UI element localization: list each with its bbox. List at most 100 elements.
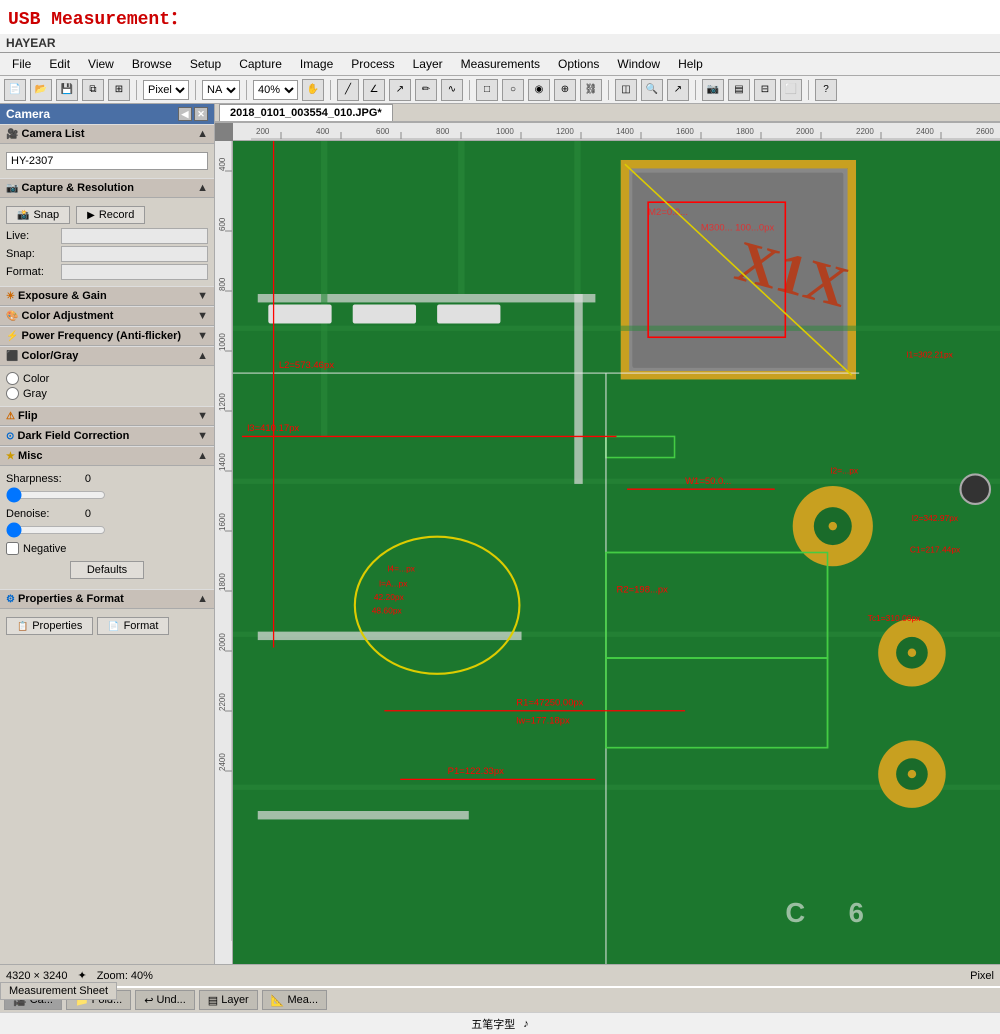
zoom-select[interactable]: 40%	[253, 80, 298, 100]
image-container[interactable]: X1X M2=0.0... M300... 100...0px	[233, 141, 1000, 964]
misc-collapse[interactable]: ▲	[197, 450, 208, 462]
snap-btn[interactable]: 📸 Snap	[6, 206, 70, 224]
menu-file[interactable]: File	[4, 55, 39, 73]
menu-bar[interactable]: File Edit View Browse Setup Capture Imag…	[0, 53, 1000, 76]
snap-field-input[interactable]	[61, 246, 208, 262]
menu-process[interactable]: Process	[343, 55, 402, 73]
svg-text:400: 400	[218, 157, 227, 171]
misc-header[interactable]: ★ Misc ▲	[0, 446, 214, 466]
capture-collapse[interactable]: ▲	[197, 182, 208, 194]
measurement-sheet-tab[interactable]: Measurement Sheet	[0, 982, 117, 1000]
format-btn[interactable]: 📄 Format	[97, 617, 169, 635]
svg-text:1800: 1800	[736, 127, 754, 136]
svg-text:l3=410.17px: l3=410.17px	[247, 423, 299, 434]
svg-text:2400: 2400	[916, 127, 934, 136]
menu-measurements[interactable]: Measurements	[453, 55, 548, 73]
menu-browse[interactable]: Browse	[124, 55, 180, 73]
calib-btn[interactable]: ◫	[615, 79, 637, 101]
zoom-text: Zoom: 40%	[97, 970, 153, 982]
denoise-slider[interactable]	[6, 523, 106, 537]
menu-image[interactable]: Image	[292, 55, 341, 73]
svg-text:1400: 1400	[218, 453, 227, 471]
negative-checkbox[interactable]	[6, 542, 19, 555]
menu-edit[interactable]: Edit	[41, 55, 78, 73]
save-btn[interactable]: 💾	[56, 79, 78, 101]
ellipse-btn[interactable]: ○	[502, 79, 524, 101]
na-select[interactable]: NA	[202, 80, 240, 100]
color-adj-label: Color Adjustment	[22, 310, 114, 322]
color-adj-header[interactable]: 🎨 Color Adjustment ▼	[0, 306, 214, 326]
svg-text:600: 600	[376, 127, 390, 136]
camera-list-collapse[interactable]: ▲	[197, 128, 208, 140]
chain-btn[interactable]: ⛓	[580, 79, 602, 101]
props-format-collapse[interactable]: ▲	[197, 593, 208, 605]
menu-setup[interactable]: Setup	[182, 55, 229, 73]
panel-close-btn[interactable]: ✕	[194, 107, 208, 121]
sharpness-slider[interactable]	[6, 488, 106, 502]
format-input[interactable]	[61, 264, 208, 280]
color-option-label: Color	[23, 373, 49, 385]
circle-btn[interactable]: ◉	[528, 79, 550, 101]
svg-text:1800: 1800	[218, 573, 227, 591]
menu-capture[interactable]: Capture	[231, 55, 290, 73]
taskbar-layer[interactable]: ▤ Layer	[199, 990, 258, 1010]
sep5	[469, 80, 470, 100]
svg-text:P1=122.33px: P1=122.33px	[448, 766, 504, 777]
main-tab[interactable]: 2018_0101_003554_010.JPG*	[219, 104, 393, 121]
svg-text:1200: 1200	[556, 127, 574, 136]
power-freq-header[interactable]: ⚡ Power Frequency (Anti-flicker) ▼	[0, 326, 214, 346]
power-freq-collapse[interactable]: ▼	[197, 330, 208, 342]
menu-view[interactable]: View	[80, 55, 122, 73]
color-radio[interactable]	[6, 372, 19, 385]
align-btn[interactable]: ⊟	[754, 79, 776, 101]
defaults-btn[interactable]: Defaults	[70, 561, 144, 579]
dark-field-header[interactable]: ⊙ Dark Field Correction ▼	[0, 426, 214, 446]
canvas-area[interactable]: 200 400 600 800 1000 1200 1400 1600	[215, 123, 1000, 964]
negative-row: Negative	[6, 542, 208, 555]
curve-btn[interactable]: ∿	[441, 79, 463, 101]
copy-btn[interactable]: ⧉	[82, 79, 104, 101]
flip-header[interactable]: ⚠ Flip ▼	[0, 406, 214, 426]
arrow-btn[interactable]: ↗	[389, 79, 411, 101]
snap2-btn[interactable]: 📷	[702, 79, 724, 101]
export-btn[interactable]: ↗	[667, 79, 689, 101]
taskbar-undo[interactable]: ↩ Und...	[135, 990, 195, 1010]
sharpness-row: Sharpness: 0	[6, 473, 208, 485]
line-btn[interactable]: ╱	[337, 79, 359, 101]
panel-pin-btn[interactable]: ◀	[178, 107, 192, 121]
menu-layer[interactable]: Layer	[405, 55, 451, 73]
color-adj-collapse[interactable]: ▼	[197, 310, 208, 322]
new-btn[interactable]: 📄	[4, 79, 26, 101]
open-btn[interactable]: 📂	[30, 79, 52, 101]
grid-btn[interactable]: ⊞	[108, 79, 130, 101]
live-input[interactable]	[61, 228, 208, 244]
pan-btn[interactable]: ✋	[302, 79, 324, 101]
zoom-in-btn[interactable]: 🔍	[641, 79, 663, 101]
rect-btn[interactable]: □	[476, 79, 498, 101]
cursor-icon: ✦	[77, 969, 86, 982]
properties-btn[interactable]: 📋 Properties	[6, 617, 93, 635]
angle-btn[interactable]: ∠	[363, 79, 385, 101]
menu-window[interactable]: Window	[609, 55, 668, 73]
menu-help[interactable]: Help	[670, 55, 711, 73]
pixel-select[interactable]: Pixel	[143, 80, 189, 100]
layers-btn[interactable]: ▤	[728, 79, 750, 101]
misc-btn[interactable]: ⬜	[780, 79, 802, 101]
flip-collapse[interactable]: ▼	[197, 410, 208, 422]
dark-field-collapse[interactable]: ▼	[197, 430, 208, 442]
menu-options[interactable]: Options	[550, 55, 607, 73]
props-format-header[interactable]: ⚙ Properties & Format ▲	[0, 589, 214, 609]
help-btn[interactable]: ?	[815, 79, 837, 101]
record-btn[interactable]: ▶ Record	[76, 206, 145, 224]
camera-list-header[interactable]: 🎥 Camera List ▲	[0, 124, 214, 144]
exposure-header[interactable]: ☀ Exposure & Gain ▼	[0, 286, 214, 306]
gray-radio[interactable]	[6, 387, 19, 400]
color-gray-collapse[interactable]: ▲	[197, 350, 208, 362]
exposure-collapse[interactable]: ▼	[197, 290, 208, 302]
pen-btn[interactable]: ✏	[415, 79, 437, 101]
capture-header[interactable]: 📷 Capture & Resolution ▲	[0, 178, 214, 198]
svg-text:48.60px: 48.60px	[372, 606, 403, 616]
color-gray-header[interactable]: ⬛ Color/Gray ▲	[0, 346, 214, 366]
measure-btn[interactable]: ⊕	[554, 79, 576, 101]
taskbar-mea[interactable]: 📐 Mea...	[262, 990, 327, 1010]
